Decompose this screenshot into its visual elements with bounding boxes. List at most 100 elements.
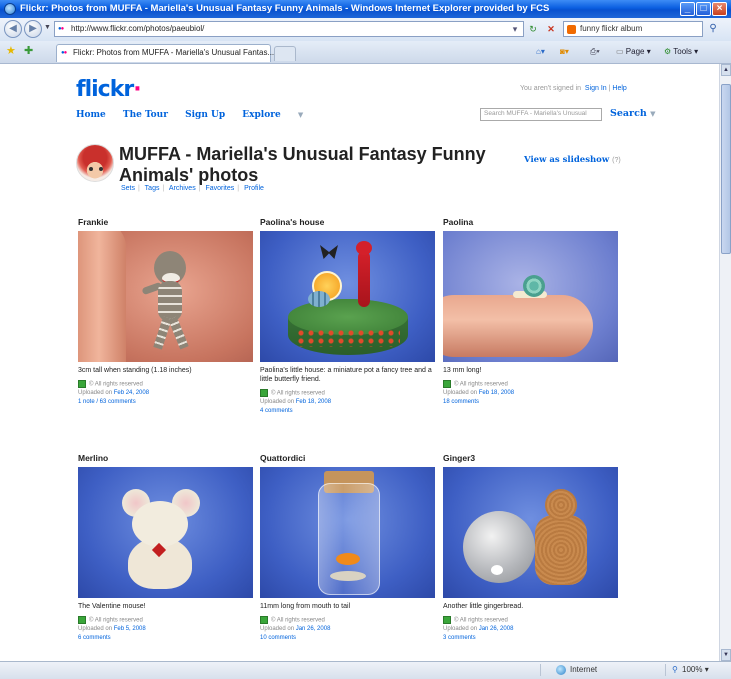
feeds-icon[interactable]: ◙▾ (560, 45, 569, 59)
comments-link[interactable]: 10 comments (260, 634, 438, 642)
photo-title-link[interactable]: Frankie (78, 217, 108, 227)
slideshow-help[interactable]: (?) (612, 157, 621, 164)
photo-thumbnail[interactable] (260, 467, 435, 598)
comments-link[interactable]: 3 comments (443, 634, 621, 642)
address-field[interactable]: ●● http://www.flickr.com/photos/paeubiol… (54, 21, 524, 37)
tools-menu-label: Tools (673, 47, 692, 56)
photo-thumbnail[interactable] (443, 231, 618, 362)
comments-link[interactable]: 4 comments (260, 407, 438, 415)
search-placeholder: Search MUFFA - Mariella's Unusual (484, 110, 587, 117)
flickr-search-input[interactable]: Search MUFFA - Mariella's Unusual (480, 108, 602, 121)
signin-status: You aren't signed in (520, 85, 582, 92)
photo-upload-date: Uploaded on Feb 5, 2008 (78, 625, 256, 633)
nav-the-tour[interactable]: The Tour (123, 110, 168, 120)
help-link[interactable]: Help (612, 85, 626, 92)
history-dropdown-icon[interactable]: ▼ (44, 24, 51, 31)
security-zone: Internet (570, 665, 598, 674)
photo-description: Paolina's little house: a miniature pot … (260, 367, 432, 383)
address-dropdown-icon[interactable]: ▾ (508, 22, 522, 36)
photo-upload-date: Uploaded on Feb 18, 2008 (443, 389, 621, 397)
comments-link[interactable]: 18 comments (443, 398, 621, 406)
photo-description: 11mm long from mouth to tail (260, 603, 351, 610)
forward-button[interactable]: ▶ (24, 20, 42, 38)
close-button[interactable]: × (712, 2, 727, 16)
live-search-logo-icon (567, 25, 576, 34)
add-favorites-icon[interactable]: ✚ (24, 45, 33, 57)
refresh-icon[interactable]: ↻ (526, 22, 540, 36)
flickr-search-button[interactable]: Search ▼ (610, 108, 655, 119)
sign-in-link[interactable]: Sign In (585, 85, 607, 92)
zoom-icon: ⚲ (672, 665, 678, 674)
license-text: © All rights reserved (89, 617, 143, 624)
flickr-logo[interactable]: flickr· (76, 78, 142, 102)
photo-title-link[interactable]: Ginger3 (443, 453, 475, 463)
tools-menu[interactable]: ⚙ Tools ▾ (664, 45, 698, 59)
profile-subnav: Sets | Tags | Archives | Favorites | Profile (121, 185, 264, 192)
page-menu-label: Page (625, 47, 645, 56)
photo-title-link[interactable]: Paolina (443, 217, 473, 227)
print-icon[interactable]: ⎙▾ (590, 45, 600, 59)
photo-license: © All rights reserved (260, 616, 438, 625)
zoom-value: 100% (682, 665, 703, 674)
minimize-button[interactable]: _ (680, 2, 695, 16)
license-icon (260, 616, 268, 624)
page-menu[interactable]: ▭ Page ▾ (616, 45, 651, 59)
vertical-scrollbar[interactable]: ▲ ▼ (719, 64, 731, 661)
comments-link[interactable]: 6 comments (78, 634, 256, 642)
photo-title-link[interactable]: Quattordici (260, 453, 305, 463)
avatar[interactable] (76, 144, 114, 182)
url-text: http://www.flickr.com/photos/paeubiol/ (71, 24, 205, 33)
photo-license: © All rights reserved (260, 389, 438, 398)
comments-link[interactable]: 1 note / 63 comments (78, 398, 256, 406)
license-text: © All rights reserved (454, 617, 508, 624)
slideshow-link[interactable]: View as slideshow (?) (524, 155, 621, 165)
subnav-favorites[interactable]: Favorites (205, 185, 234, 192)
account-links: You aren't signed in Sign In | Help (520, 85, 627, 92)
license-icon (443, 380, 451, 388)
uploaded-label: Uploaded on (260, 626, 295, 632)
page-icon: ▭ (616, 47, 624, 56)
photo-description: 3cm tall when standing (1.18 inches) (78, 367, 192, 374)
photo-description: Another little gingerbread. (443, 603, 524, 610)
nav-sign-up[interactable]: Sign Up (185, 110, 225, 120)
window-title: Flickr: Photos from MUFFA - Mariella's U… (20, 3, 550, 14)
home-icon[interactable]: ⌂▾ (536, 45, 545, 59)
butterfly-shape (320, 245, 338, 259)
red-figure-shape (356, 241, 372, 307)
photo-upload-date: Uploaded on Feb 18, 2008 (260, 398, 438, 406)
subnav-profile[interactable]: Profile (244, 185, 264, 192)
photo-thumbnail[interactable] (260, 231, 435, 362)
upload-date-link[interactable]: Feb 5, 2008 (114, 626, 146, 632)
scroll-up-icon[interactable]: ▲ (721, 64, 731, 76)
zoom-level[interactable]: 100% ▾ (682, 662, 709, 678)
subnav-sets[interactable]: Sets (121, 185, 135, 192)
photo-title-link[interactable]: Merlino (78, 453, 108, 463)
photo-thumbnail[interactable] (443, 467, 618, 598)
nav-explore[interactable]: Explore ▼ (242, 110, 317, 120)
subnav-archives[interactable]: Archives (169, 185, 196, 192)
photo-thumbnail[interactable] (78, 467, 253, 598)
upload-date-link[interactable]: Feb 18, 2008 (296, 399, 331, 405)
upload-date-link[interactable]: Feb 18, 2008 (479, 390, 514, 396)
search-go-icon[interactable]: ⚲ (705, 21, 721, 37)
photo-title-link[interactable]: Paolina's house (260, 217, 324, 227)
tab-flickr[interactable]: ●● Flickr: Photos from MUFFA - Mariella'… (56, 44, 274, 62)
flickr-favicon-icon: ●● (61, 50, 67, 56)
gingerbread-figure (531, 489, 591, 589)
subnav-tags[interactable]: Tags (145, 185, 160, 192)
nav-home[interactable]: Home (76, 110, 106, 120)
back-button[interactable]: ◀ (4, 20, 22, 38)
upload-date-link[interactable]: Jan 26, 2008 (296, 626, 331, 632)
scroll-down-icon[interactable]: ▼ (721, 649, 731, 661)
favorites-star-icon[interactable]: ★ (6, 45, 16, 57)
page-viewport: flickr· You aren't signed in Sign In | H… (0, 64, 719, 661)
upload-date-link[interactable]: Jan 26, 2008 (479, 626, 514, 632)
photo-thumbnail[interactable] (78, 231, 253, 362)
new-tab-button[interactable] (274, 46, 296, 61)
stop-icon[interactable]: ✕ (544, 22, 558, 36)
search-button-label: Search (610, 108, 647, 119)
scrollbar-thumb[interactable] (721, 84, 731, 254)
maximize-button[interactable]: □ (696, 2, 711, 16)
live-search-field[interactable]: funny flickr album (563, 21, 703, 37)
upload-date-link[interactable]: Feb 24, 2008 (114, 390, 149, 396)
